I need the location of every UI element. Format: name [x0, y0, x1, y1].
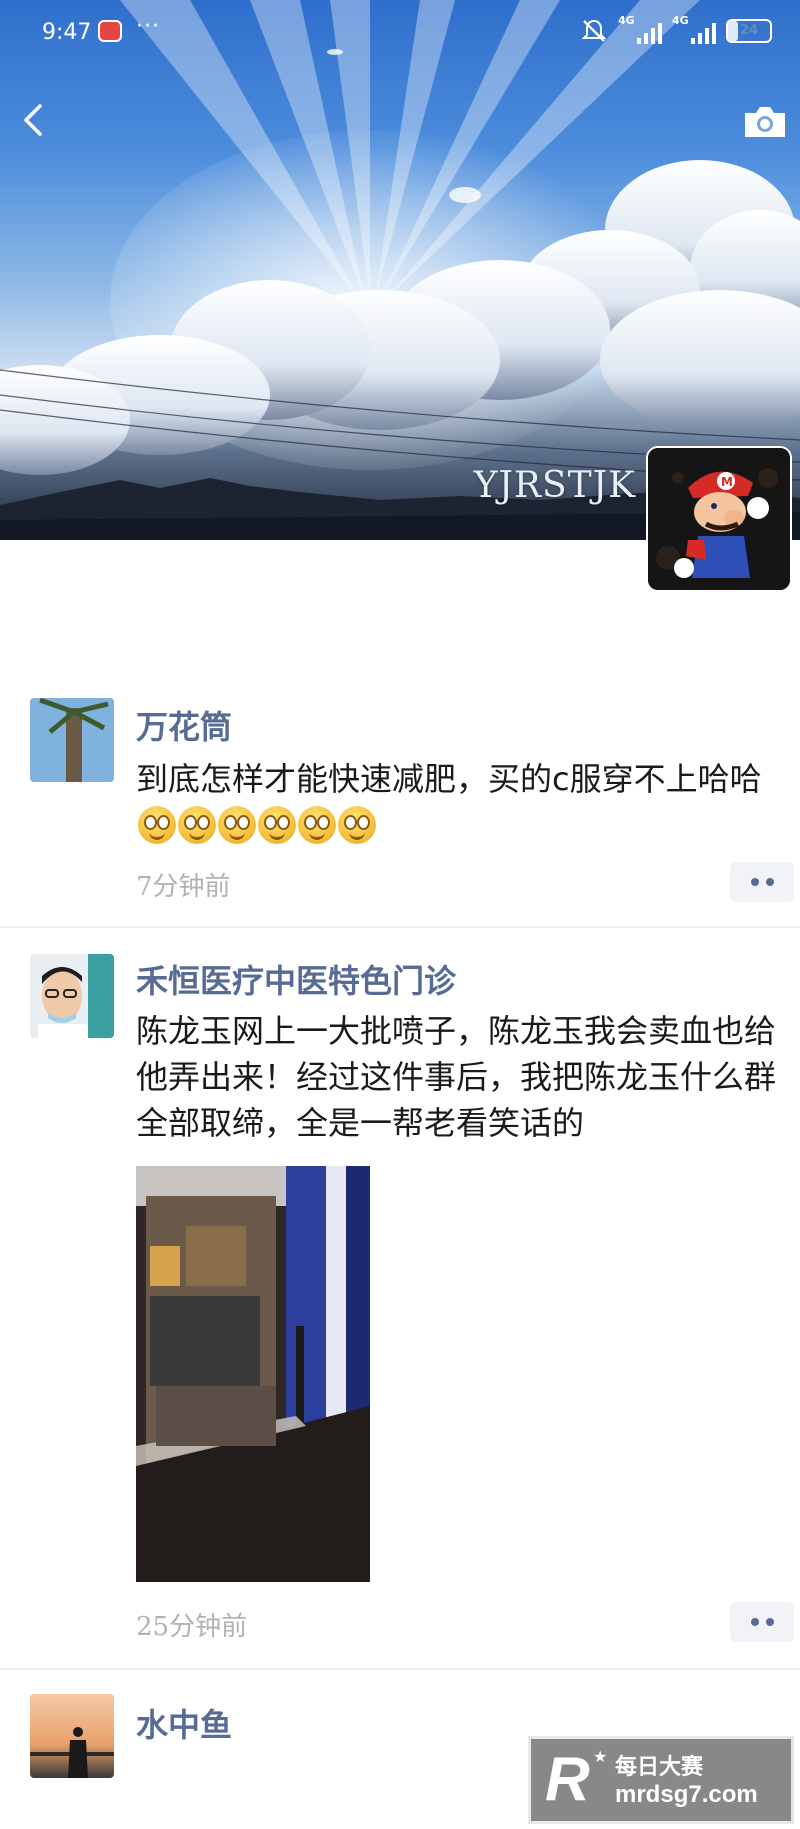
- watermark-badge: R ★ 每日大赛 mrdsg7.com: [528, 1736, 794, 1824]
- author-avatar[interactable]: [30, 1694, 114, 1778]
- laughing-emoji-icon: [138, 806, 176, 844]
- laughing-emoji-icon: [298, 806, 336, 844]
- profile-username: YJRSTJK: [473, 465, 636, 506]
- author-avatar[interactable]: [30, 954, 114, 1038]
- signal-1-icon: 4G: [618, 14, 662, 46]
- battery-icon: 24: [726, 19, 772, 43]
- more-actions-button[interactable]: [730, 1602, 794, 1642]
- watermark-logo: R: [545, 1745, 590, 1814]
- watermark-url: mrdsg7.com: [615, 1781, 758, 1808]
- cartoon-avatar-image: M: [648, 448, 790, 590]
- camera-icon[interactable]: [742, 104, 788, 140]
- laughing-emoji-icon: [338, 806, 376, 844]
- sunset-person-photo: [30, 1694, 114, 1778]
- battery-level: 24: [739, 23, 759, 38]
- storefront-night-photo: [136, 1166, 370, 1582]
- emoji-group: [138, 806, 376, 844]
- signal-2-icon: 4G: [672, 14, 716, 46]
- notification-app-icon: [98, 20, 122, 42]
- watermark-title: 每日大赛: [615, 1755, 704, 1780]
- svg-text:M: M: [721, 475, 733, 489]
- post-photo[interactable]: [136, 1166, 370, 1582]
- profile-avatar[interactable]: M: [648, 448, 790, 590]
- back-arrow-icon[interactable]: [18, 100, 48, 140]
- palm-tree-photo: [30, 698, 114, 782]
- post-time: 25分钟前: [136, 1612, 248, 1642]
- mute-bell-icon: [581, 19, 607, 42]
- person-photo: [30, 954, 114, 1038]
- laughing-emoji-icon: [218, 806, 256, 844]
- post-divider: [0, 1668, 800, 1670]
- post-divider: [0, 926, 800, 928]
- status-bar: 9:47 ··· 4G 4G 24: [0, 0, 800, 66]
- post-author-name[interactable]: 万花筒: [136, 702, 232, 748]
- laughing-emoji-icon: [258, 806, 296, 844]
- post-text: 陈龙玉网上一大批喷子，陈龙玉我会卖血也给他弄出来！经过这件事后，我把陈龙玉什么群…: [136, 1012, 777, 1142]
- author-avatar[interactable]: [30, 698, 114, 782]
- more-notifications-icon: ···: [136, 14, 160, 39]
- more-actions-button[interactable]: [730, 862, 794, 902]
- post-author-name[interactable]: 禾恒医疗中医特色门诊: [136, 956, 456, 1002]
- laughing-emoji-icon: [178, 806, 216, 844]
- star-icon: ★: [593, 1747, 608, 1766]
- post-author-name[interactable]: 水中鱼: [136, 1700, 232, 1746]
- post-text: 到底怎样才能快速减肥，买的c服穿不上哈哈: [136, 756, 776, 848]
- post-time: 7分钟前: [136, 872, 231, 902]
- status-time: 9:47: [42, 20, 92, 45]
